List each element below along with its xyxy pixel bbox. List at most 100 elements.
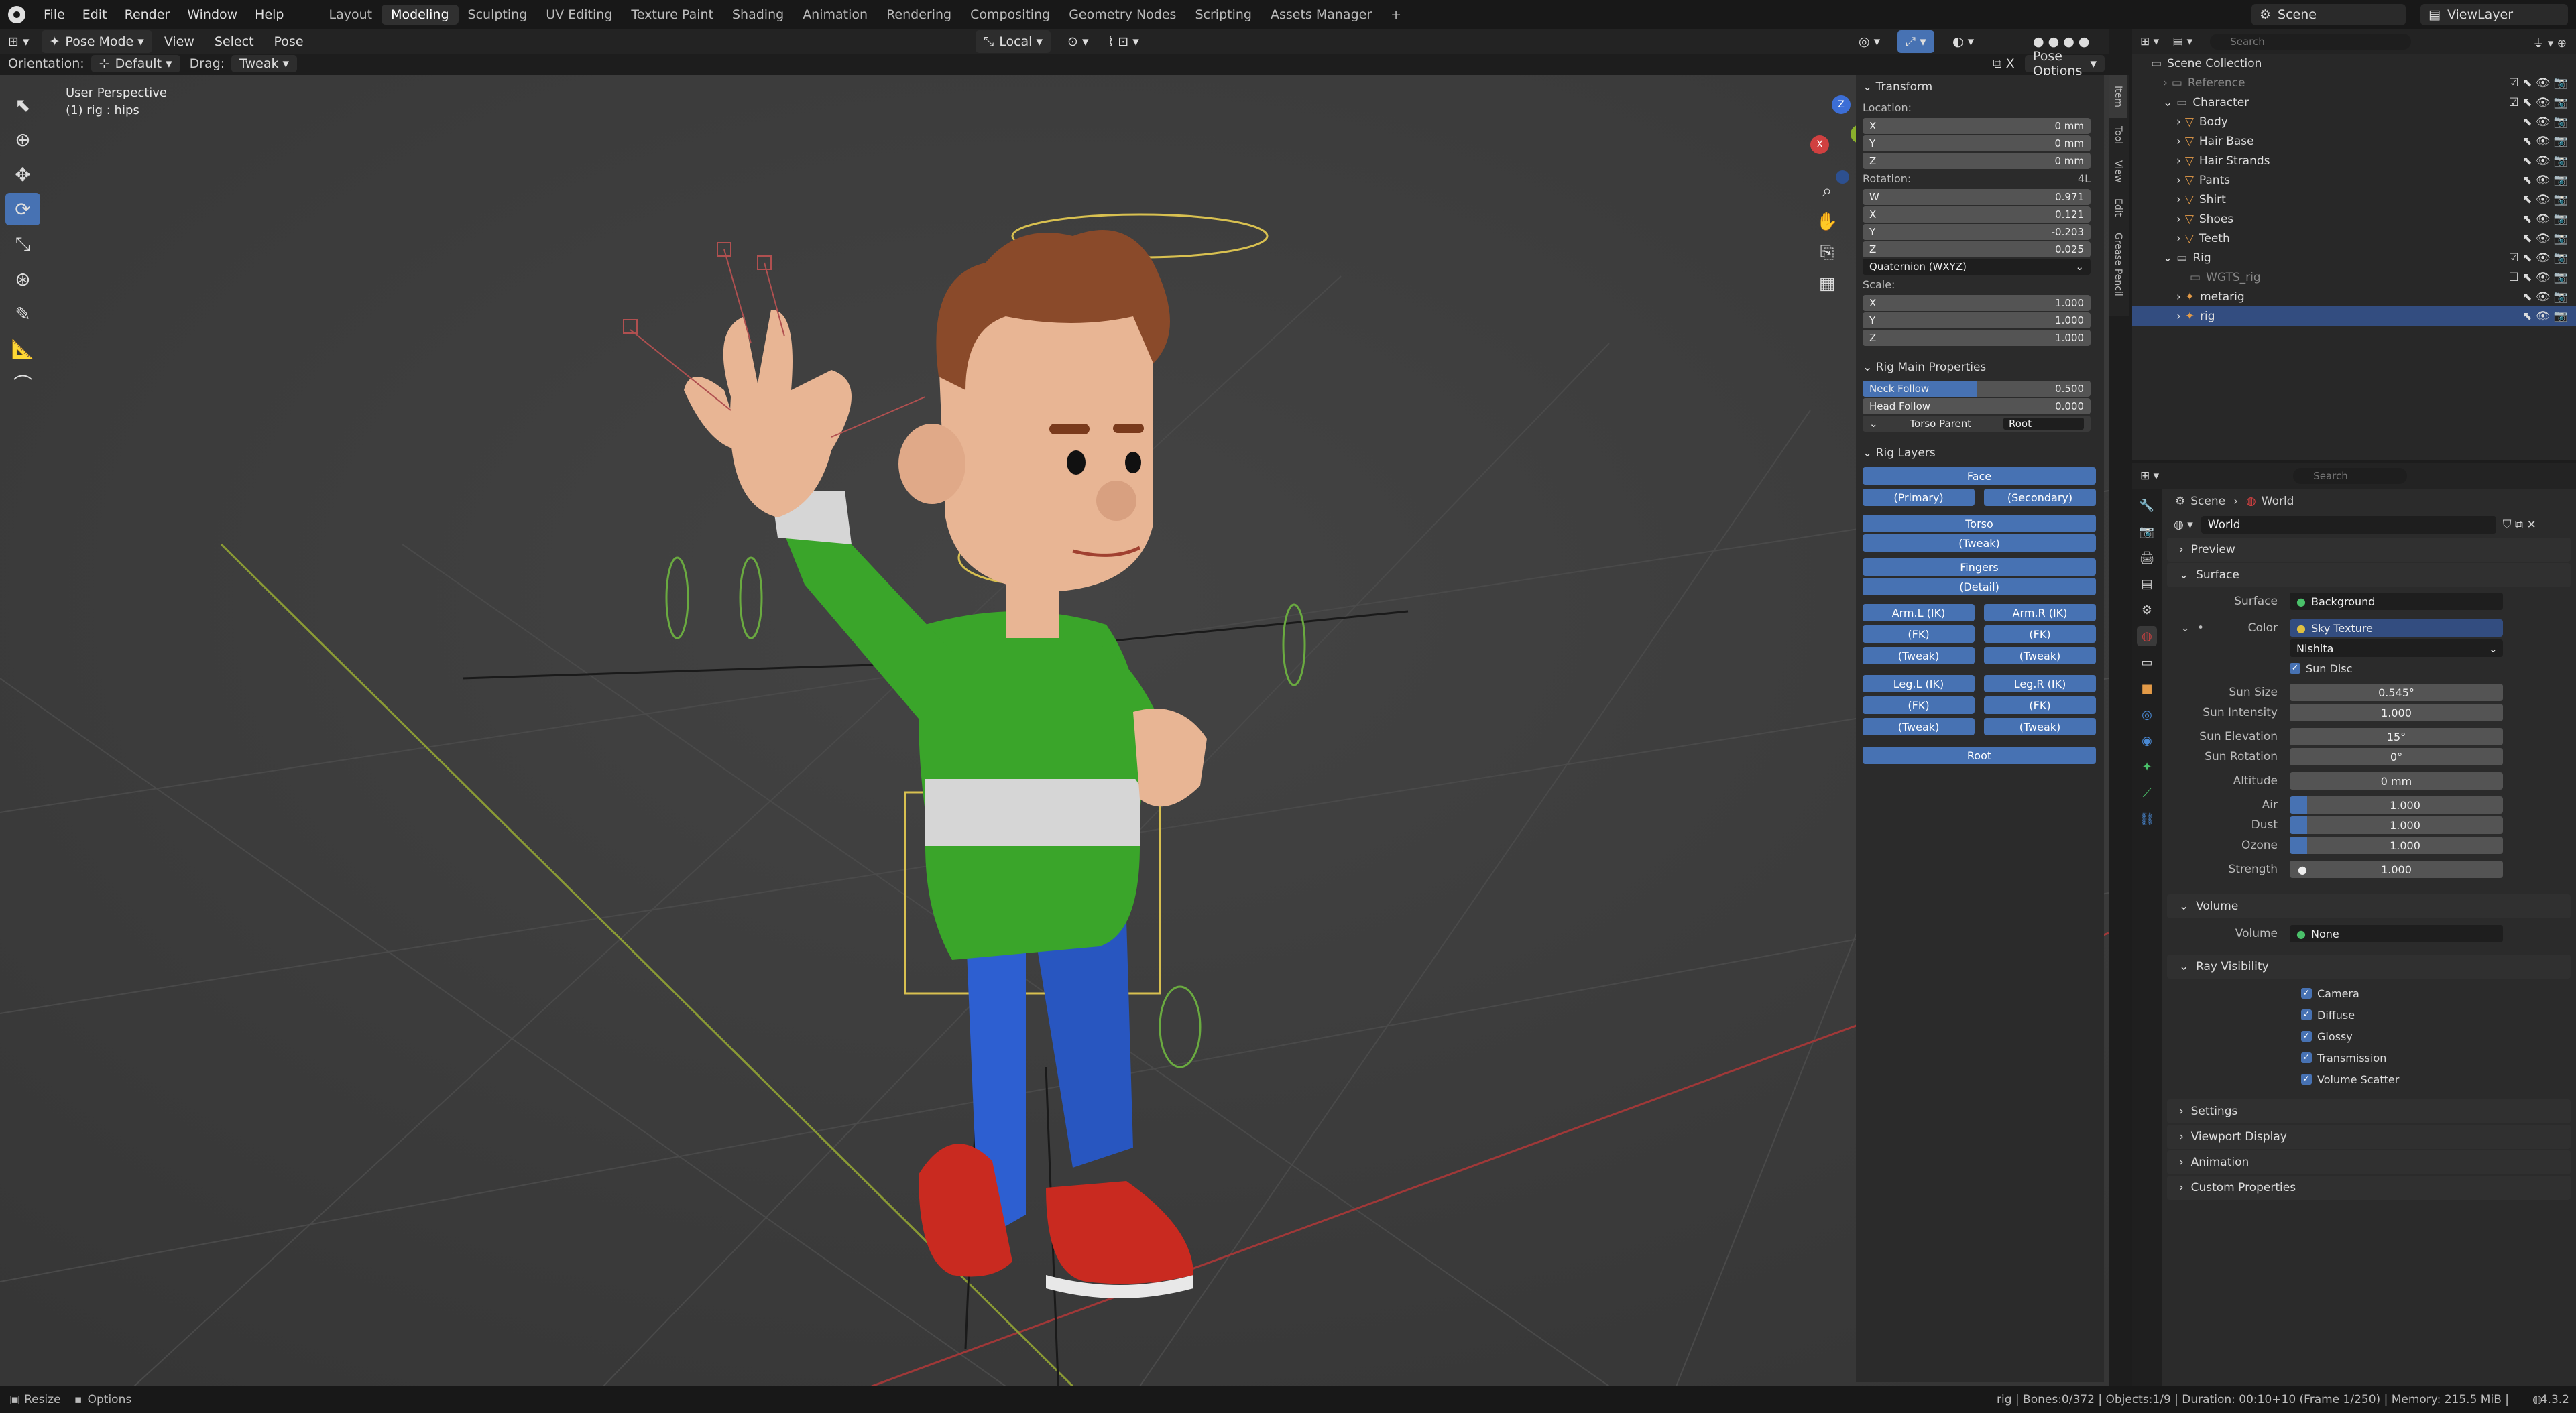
row-toggles[interactable]: ⬉ 👁 📷 [2522, 115, 2568, 129]
scale-y-field[interactable]: Y 1.000 [1863, 312, 2091, 328]
mode-dropdown[interactable]: ✦ Pose Mode ▾ [41, 30, 152, 53]
cursor-3d-icon[interactable]: ⊕ [5, 123, 40, 156]
location-y-field[interactable]: Y 0 mm [1863, 135, 2091, 151]
outliner-row-character[interactable]: ⌄ ▭ Character ☑ ⬉ 👁 📷 [2132, 93, 2576, 112]
layer-secondary-button[interactable]: (Secondary) [1984, 489, 2096, 506]
expand-icon[interactable]: ⌄ • [2180, 621, 2204, 635]
transform-space-dropdown[interactable]: ⤡ Local ▾ [976, 30, 1051, 53]
layer-fingers-button[interactable]: Fingers [1863, 558, 2096, 576]
row-toggles[interactable]: ⬉ 👁 📷 [2522, 193, 2568, 206]
display-mode-icon[interactable]: ▤ ▾ [2172, 35, 2192, 48]
transform-panel-header[interactable]: ⌄ Transform [1856, 75, 2104, 99]
volume-shader-field[interactable]: ● None [2290, 925, 2503, 942]
settings-section-header[interactable]: › Settings [2167, 1099, 2571, 1123]
strength-field[interactable]: ● 1.000 [2290, 861, 2503, 878]
orientation-dropdown[interactable]: ⊹ Default ▾ [91, 55, 180, 72]
tab-scripting[interactable]: Scripting [1185, 5, 1261, 25]
outliner-row-pants[interactable]: › ▽ Pants ⬉ 👁 📷 [2132, 170, 2576, 190]
scale-x-field[interactable]: X 1.000 [1863, 295, 2091, 311]
ortho-grid-icon[interactable]: ▦ [1810, 268, 1844, 299]
rotation-y-field[interactable]: Y -0.203 [1863, 224, 2091, 240]
layer-primary-button[interactable]: (Primary) [1863, 489, 1975, 506]
select-cursor-icon[interactable]: ⬉ [5, 88, 40, 121]
move-tool-icon[interactable]: ✥ [5, 158, 40, 190]
select-menu[interactable]: Select [207, 30, 262, 53]
torso-parent-dropdown[interactable]: Root [2003, 418, 2084, 430]
view-menu[interactable]: View [156, 30, 202, 53]
gizmo-x-axis[interactable]: X [1810, 135, 1829, 154]
row-toggles[interactable]: ⬉ 👁 📷 [2522, 310, 2568, 323]
transform-tool-icon[interactable]: ⊛ [5, 263, 40, 295]
sky-type-dropdown[interactable]: Nishita ⌄ [2290, 639, 2503, 657]
xray-icon[interactable]: ◐ ▾ [1944, 30, 1982, 53]
tab-texture-paint[interactable]: Texture Paint [622, 5, 723, 25]
rotation-4l-toggle[interactable]: 4L [2078, 170, 2091, 188]
zoom-icon[interactable]: ⌕ [1810, 176, 1844, 206]
menu-file[interactable]: File [35, 7, 74, 22]
rotation-x-field[interactable]: X 0.121 [1863, 206, 2091, 223]
location-z-field[interactable]: Z 0 mm [1863, 153, 2091, 169]
camera-view-icon[interactable]: ⎘ [1810, 237, 1844, 268]
tab-sculpting[interactable]: Sculpting [459, 5, 537, 25]
blender-logo-icon[interactable] [8, 6, 25, 23]
drag-dropdown[interactable]: Tweak ▾ [231, 55, 298, 72]
rotation-w-field[interactable]: W 0.971 [1863, 189, 2091, 205]
rig-main-panel-header[interactable]: ⌄ Rig Main Properties [1856, 355, 2104, 379]
x-mirror-toggle[interactable]: ⧉ X [1985, 55, 2023, 72]
pose-menu[interactable]: Pose [266, 30, 312, 53]
properties-search-input[interactable]: Search [2293, 468, 2408, 484]
outliner-row-rig-collection[interactable]: ⌄ ▭ Rig ☑ ⬉ 👁 📷 [2132, 248, 2576, 267]
overlay-toggle-icon[interactable]: ◎ ▾ [1851, 30, 1888, 53]
tab-animation[interactable]: Animation [793, 5, 877, 25]
layer-arm-l-fk-button[interactable]: (FK) [1863, 625, 1975, 643]
gizmo-z-axis[interactable]: Z [1832, 95, 1851, 114]
volume-section-header[interactable]: ⌄ Volume [2167, 894, 2571, 918]
row-toggles[interactable]: ☑ ⬉ 👁 📷 [2509, 251, 2568, 265]
scale-tool-icon[interactable]: ⤡ [5, 228, 40, 260]
gizmo-toggle-icon[interactable]: ⤢ ▾ [1897, 30, 1934, 53]
outliner-row-rig[interactable]: › ✦ rig ⬉ 👁 📷 [2132, 306, 2576, 326]
world-name-field[interactable]: World [2201, 516, 2496, 534]
tab-grease-pencil[interactable]: Grease Pencil [2109, 225, 2127, 304]
scene-selector[interactable]: ⚙ Scene [2251, 4, 2406, 25]
row-toggles[interactable]: ⬉ 👁 📷 [2522, 232, 2568, 245]
surface-section-header[interactable]: ⌄ Surface [2167, 563, 2571, 587]
row-toggles[interactable]: ☑ ⬉ 👁 📷 [2509, 96, 2568, 109]
air-slider[interactable]: 1.000 [2290, 796, 2503, 814]
outliner-scene-collection[interactable]: ▭ Scene Collection [2132, 54, 2576, 73]
outliner-row-shoes[interactable]: › ▽ Shoes ⬉ 👁 📷 [2132, 209, 2576, 229]
ray-transmission-checkbox[interactable]: ✓ Transmission [2301, 1047, 2576, 1068]
tab-compositing[interactable]: Compositing [961, 5, 1059, 25]
row-toggles[interactable]: ☐ ⬉ 👁 📷 [2509, 271, 2568, 284]
row-toggles[interactable]: ☑ ⬉ 👁 📷 [2509, 76, 2568, 90]
ozone-slider[interactable]: 1.000 [2290, 837, 2503, 854]
outliner-row-wgts-rig[interactable]: ▭ WGTS_rig ☐ ⬉ 👁 📷 [2132, 267, 2576, 287]
tool-tab-icon[interactable]: 🔧 [2137, 495, 2157, 515]
animation-section-header[interactable]: › Animation [2167, 1150, 2571, 1174]
custom-properties-section-header[interactable]: › Custom Properties [2167, 1176, 2571, 1200]
layer-arm-l-ik-button[interactable]: Arm.L (IK) [1863, 604, 1975, 621]
add-workspace-button[interactable]: + [1381, 5, 1411, 25]
layer-torso-button[interactable]: Torso [1863, 515, 2096, 532]
head-follow-slider[interactable]: Head Follow 0.000 [1863, 398, 2091, 414]
menu-window[interactable]: Window [178, 7, 246, 22]
ray-visibility-section-header[interactable]: ⌄ Ray Visibility [2167, 955, 2571, 979]
layer-leg-r-fk-button[interactable]: (FK) [1984, 696, 2096, 714]
layer-leg-r-ik-button[interactable]: Leg.R (IK) [1984, 675, 2096, 692]
row-toggles[interactable]: ⬉ 👁 📷 [2522, 135, 2568, 148]
outliner-row-reference[interactable]: › ▭ Reference ☑ ⬉ 👁 📷 [2132, 73, 2576, 93]
row-toggles[interactable]: ⬉ 👁 📷 [2522, 212, 2568, 226]
relax-pose-icon[interactable]: ⌒ [5, 367, 40, 400]
tab-rendering[interactable]: Rendering [877, 5, 961, 25]
layer-arm-r-ik-button[interactable]: Arm.R (IK) [1984, 604, 2096, 621]
layer-arm-r-tweak-button[interactable]: (Tweak) [1984, 647, 2096, 664]
layer-fingers-detail-button[interactable]: (Detail) [1863, 578, 2096, 595]
viewlayer-selector[interactable]: ▤ ViewLayer [2420, 4, 2568, 25]
row-toggles[interactable]: ⬉ 👁 📷 [2522, 290, 2568, 304]
tab-assets-manager[interactable]: Assets Manager [1261, 5, 1381, 25]
row-toggles[interactable]: ⬉ 👁 📷 [2522, 154, 2568, 168]
layer-face-button[interactable]: Face [1863, 467, 2096, 485]
row-toggles[interactable]: ⬉ 👁 📷 [2522, 174, 2568, 187]
neck-follow-slider[interactable]: Neck Follow 0.500 [1863, 381, 2091, 397]
location-x-field[interactable]: X 0 mm [1863, 118, 2091, 134]
